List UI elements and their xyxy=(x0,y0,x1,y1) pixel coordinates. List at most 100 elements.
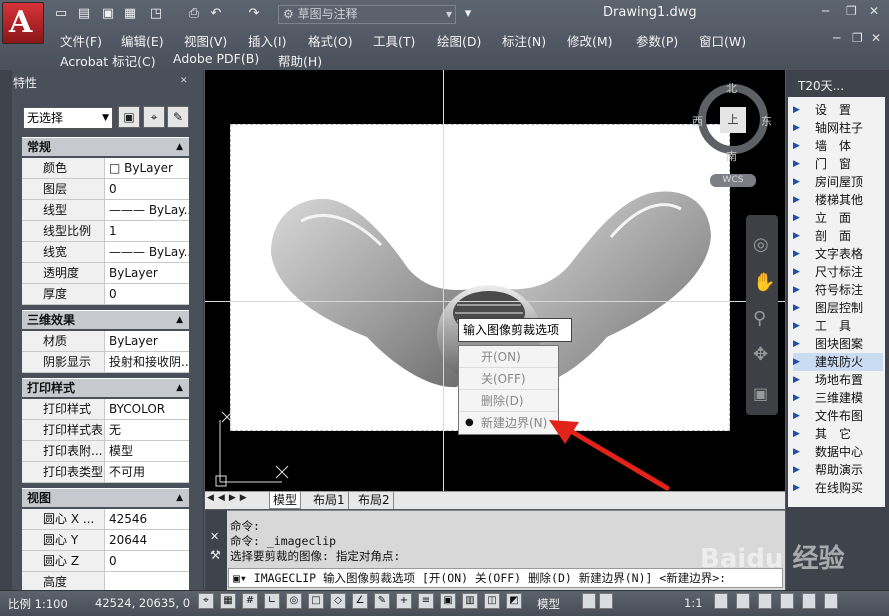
menu-item-new-boundary[interactable]: ● 新建边界(N) xyxy=(459,412,558,434)
menu-modify[interactable]: 修改(M) xyxy=(567,31,613,50)
quick-select-icon[interactable]: ✎ xyxy=(167,106,189,128)
menu-acrobat[interactable]: Acrobat 标记(C) xyxy=(60,51,156,70)
section-header[interactable]: 打印样式 ▲ xyxy=(22,378,189,397)
doc-restore-icon[interactable]: ❐ xyxy=(852,31,863,45)
tool-palette-item[interactable]: ▶ 场地布置 xyxy=(793,371,883,389)
tool-palette-item[interactable]: ▶ 墙 体 xyxy=(793,137,883,155)
property-value[interactable]: 0 xyxy=(106,551,189,571)
lock-icon[interactable] xyxy=(758,593,772,609)
property-value[interactable] xyxy=(106,572,189,592)
tool-palette-item[interactable]: ▶ 符号标注 xyxy=(793,281,883,299)
dyn-icon[interactable]: + xyxy=(396,593,412,609)
tool-palette-item[interactable]: ▶ 图块图案 xyxy=(793,335,883,353)
model-space-toggle[interactable]: 模型 xyxy=(537,596,560,612)
am-icon[interactable]: ◩ xyxy=(506,593,522,609)
selection-dropdown[interactable]: 无选择 ▼ xyxy=(23,107,113,129)
menu-item-off[interactable]: 关(OFF) xyxy=(459,368,558,390)
isolate-icon[interactable] xyxy=(802,593,816,609)
showmotion-icon[interactable]: ▣ xyxy=(753,384,768,403)
grid-icon[interactable]: # xyxy=(242,593,258,609)
section-header[interactable]: 视图 ▲ xyxy=(22,488,189,507)
property-value[interactable]: BYCOLOR xyxy=(106,399,189,419)
qa-dropdown-icon[interactable]: ▾ xyxy=(460,6,476,22)
property-row[interactable]: 圆心 Y 坐...20644 xyxy=(22,530,189,551)
ducs-icon[interactable]: ✎ xyxy=(374,593,390,609)
tool-palette-item[interactable]: ▶ 设 置 xyxy=(793,101,883,119)
sc-icon[interactable]: ◫ xyxy=(484,593,500,609)
property-value[interactable]: 投射和接收阴... xyxy=(106,352,189,372)
tab-model[interactable]: 模型 xyxy=(269,492,302,509)
tool-palette-item[interactable]: ▶ 其 它 xyxy=(793,425,883,443)
otrack-icon[interactable]: ∠ xyxy=(352,593,368,609)
transparency-icon[interactable]: ▣ xyxy=(440,593,456,609)
snap-icon[interactable]: ▦ xyxy=(220,593,236,609)
menu-draw[interactable]: 绘图(D) xyxy=(437,31,481,50)
tool-palette-item[interactable]: ▶ 房间屋顶 xyxy=(793,173,883,191)
tab-layout2[interactable]: 布局2 xyxy=(355,492,394,509)
property-row[interactable]: 阴影显示 投射和接收阴... xyxy=(22,352,189,373)
menu-format[interactable]: 格式(O) xyxy=(308,31,353,50)
menu-insert[interactable]: 插入(I) xyxy=(248,31,286,50)
property-row[interactable]: 打印表类型 不可用 xyxy=(22,462,189,483)
property-row[interactable]: 材质 ByLayer xyxy=(22,331,189,352)
restore-icon[interactable]: ❐ xyxy=(846,4,857,18)
property-value[interactable]: 模型 xyxy=(106,441,189,461)
property-value[interactable]: 0 xyxy=(106,179,189,199)
redo-icon[interactable]: ↷ xyxy=(246,6,262,22)
property-value[interactable]: 无 xyxy=(106,420,189,440)
tool-palette-item[interactable]: ▶ 楼梯其他 xyxy=(793,191,883,209)
menu-item-delete[interactable]: 删除(D) xyxy=(459,390,558,412)
property-value[interactable]: 20644 xyxy=(106,530,189,550)
property-value[interactable]: ——— ByLay... xyxy=(106,242,189,262)
property-row[interactable]: 颜色 □ ByLayer xyxy=(22,158,189,179)
section-header[interactable]: 常规 ▲ xyxy=(22,137,189,156)
palette-close-icon[interactable]: ✕ xyxy=(180,76,188,86)
menu-file[interactable]: 文件(F) xyxy=(60,31,102,50)
tool-palette-item[interactable]: ▶ 文字表格 xyxy=(793,245,883,263)
command-settings-icon[interactable]: ⚒ xyxy=(210,548,221,562)
wcs-menu[interactable]: WCS xyxy=(710,174,756,187)
menu-help[interactable]: 帮助(H) xyxy=(278,51,322,70)
tool-palette-item[interactable]: ▶ 三维建模 xyxy=(793,389,883,407)
print-icon[interactable]: ⎙ xyxy=(186,6,202,22)
property-row[interactable]: 线型比例 1 xyxy=(22,221,189,242)
tool-palette-item[interactable]: ▶ 建筑防火 xyxy=(793,353,883,371)
menu-tools[interactable]: 工具(T) xyxy=(373,31,415,50)
command-close-icon[interactable]: ✕ xyxy=(210,530,219,543)
workspace-dropdown[interactable]: ⚙ 草图与注释 ▾ xyxy=(278,5,456,24)
zoom-icon[interactable]: ⚲ xyxy=(753,308,766,329)
ortho-icon[interactable]: ∟ xyxy=(264,593,280,609)
doc-close-icon[interactable]: ✕ xyxy=(871,31,881,45)
property-row[interactable]: 线型 ——— ByLay... xyxy=(22,200,189,221)
viewcube-top[interactable]: 上 xyxy=(720,107,746,133)
tool-palette-item[interactable]: ▶ 帮助演示 xyxy=(793,461,883,479)
close-icon[interactable]: ✕ xyxy=(869,4,879,18)
steering-wheel-icon[interactable]: ◎ xyxy=(753,234,769,255)
property-value[interactable]: ——— ByLay... xyxy=(106,200,189,220)
tool-palette-item[interactable]: ▶ 在线购买 xyxy=(793,479,883,497)
tool-palette-item[interactable]: ▶ 工 具 xyxy=(793,317,883,335)
section-header[interactable]: 三维效果 ▲ xyxy=(22,310,189,329)
lineweight-icon[interactable]: ≡ xyxy=(418,593,434,609)
menu-adobe-pdf[interactable]: Adobe PDF(B) xyxy=(173,51,259,66)
tool-palette-item[interactable]: ▶ 立 面 xyxy=(793,209,883,227)
save-icon[interactable]: ▣ xyxy=(100,6,116,22)
annotation-scale[interactable]: 比例 1:100 xyxy=(8,596,68,612)
property-value[interactable]: 42546 xyxy=(106,509,189,529)
minimize-icon[interactable]: ─ xyxy=(822,4,829,18)
tool-palette-item[interactable]: ▶ 门 窗 xyxy=(793,155,883,173)
menu-parameter[interactable]: 参数(P) xyxy=(636,31,678,50)
clean-screen-icon[interactable] xyxy=(824,593,838,609)
open-folder-icon[interactable]: ▤ xyxy=(76,6,92,22)
doc-minimize-icon[interactable]: ─ xyxy=(833,31,840,45)
property-value[interactable]: 0 xyxy=(106,284,189,304)
property-row[interactable]: 图层 0 xyxy=(22,179,189,200)
menu-item-on[interactable]: 开(ON) xyxy=(459,346,558,368)
pan-icon[interactable]: ✋ xyxy=(753,272,775,293)
toggle-pickadd-icon[interactable]: ▣ xyxy=(118,106,140,128)
tool-palette-item[interactable]: ▶ 数据中心 xyxy=(793,443,883,461)
plot-preview-icon[interactable]: ◳ xyxy=(148,6,164,22)
tab-layout1[interactable]: 布局1 xyxy=(310,492,349,509)
undo-icon[interactable]: ↶ xyxy=(208,6,224,22)
infer-icon[interactable]: ⌖ xyxy=(198,593,214,609)
